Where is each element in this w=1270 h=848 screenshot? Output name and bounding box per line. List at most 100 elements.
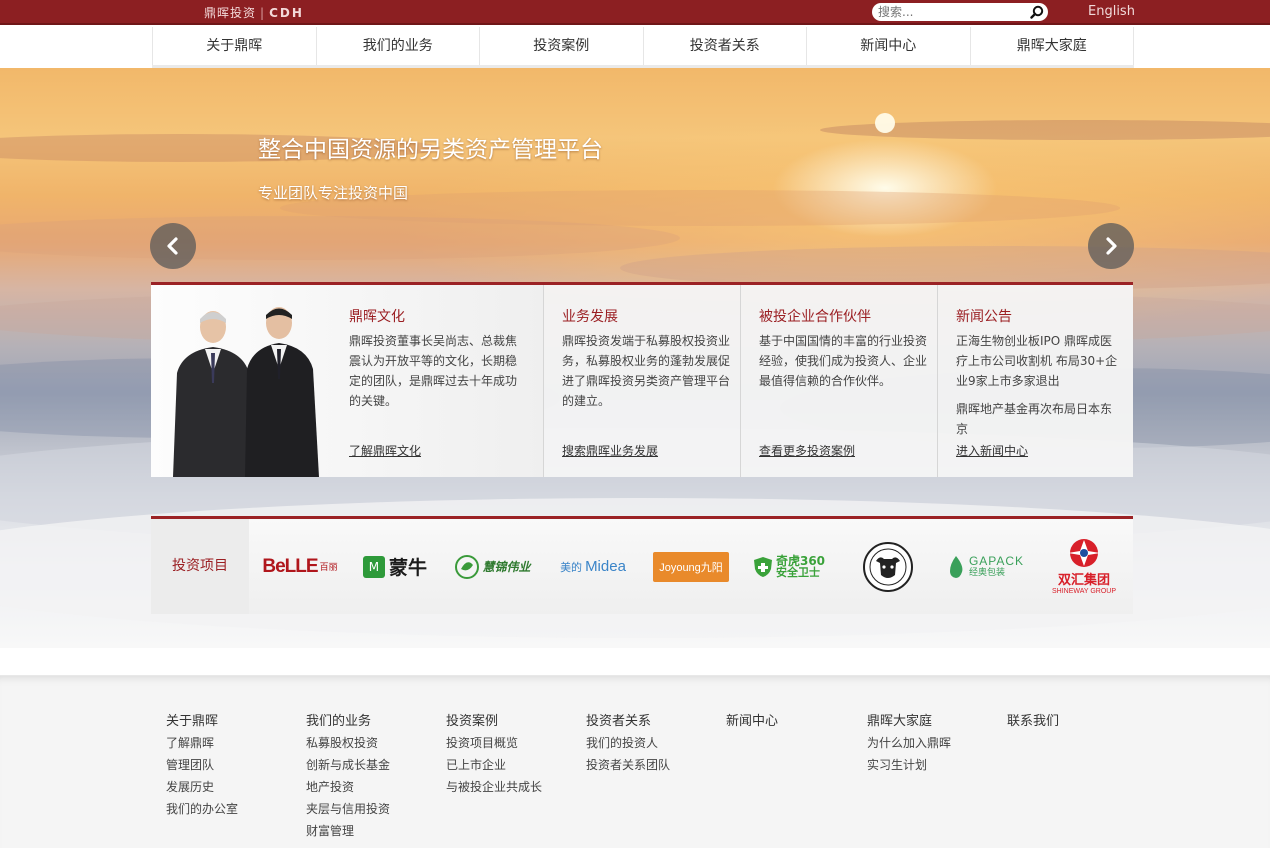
panel-news-title: 新闻公告 <box>956 309 1012 325</box>
footer-link[interactable]: 私募股权投资 <box>306 732 390 754</box>
joyoung-logo-cn: 九阳 <box>700 561 723 574</box>
footer-col-title[interactable]: 新闻中心 <box>726 710 778 729</box>
mengniu-logo-mark: M <box>362 555 385 578</box>
footer-link[interactable]: 实习生计划 <box>867 754 951 776</box>
nav-about[interactable]: 关于鼎晖 <box>152 27 316 65</box>
footer-link[interactable]: 已上市企业 <box>446 754 542 776</box>
search-input[interactable] <box>878 4 1026 20</box>
footer-link[interactable]: 创新与成长基金 <box>306 754 390 776</box>
qihoo360-logo-textblock: 奇虎360 安全卫士 <box>776 555 825 579</box>
gapack-logo-cn: 经奥包装 <box>968 567 1005 578</box>
footer-col-investors: 投资者关系 我们的投资人 投资者关系团队 <box>586 710 670 776</box>
panel-business-link[interactable]: 搜索鼎晖业务发展 <box>562 442 658 459</box>
gapack-drop-icon <box>949 555 963 578</box>
main-nav: 关于鼎晖 我们的业务 投资案例 投资者关系 新闻中心 鼎晖大家庭 <box>152 27 1134 68</box>
logo-cn: 鼎晖投资 <box>204 6 257 20</box>
hero-subtitle: 专业团队专注投资中国 <box>258 184 409 202</box>
footer-link[interactable]: 发展历史 <box>166 776 238 798</box>
panel-culture: 鼎晖文化 鼎晖投资董事长吴尚志、总裁焦震认为开放平等的文化，长期稳定的团队，是鼎… <box>151 285 543 477</box>
search-icon[interactable] <box>1030 5 1044 19</box>
footer: 关于鼎晖 了解鼎晖 管理团队 发展历史 我们的办公室 我们的业务 私募股权投资 … <box>0 675 1270 848</box>
shuanghui-logo-en: SHINEWAY GROUP <box>1051 588 1117 595</box>
portfolio-label: 投资项目 <box>151 519 249 614</box>
nav-business[interactable]: 我们的业务 <box>315 27 480 65</box>
main-navigation-bar: 关于鼎晖 我们的业务 投资案例 投资者关系 新闻中心 鼎晖大家庭 <box>0 27 1270 68</box>
nav-investor-relations[interactable]: 投资者关系 <box>642 27 807 65</box>
footer-col-family: 鼎晖大家庭 为什么加入鼎晖 实习生计划 <box>867 710 951 776</box>
footer-link[interactable]: 了解鼎晖 <box>166 732 238 754</box>
feature-panels: 鼎晖文化 鼎晖投资董事长吴尚志、总裁焦震认为开放平等的文化，长期稳定的团队，是鼎… <box>151 282 1133 477</box>
nav-news[interactable]: 新闻中心 <box>806 27 970 65</box>
greenland-logo-text: 慧锦伟业 <box>482 560 531 574</box>
midea-logo-cn: 美的 <box>560 560 583 574</box>
gapack-logo[interactable]: GAPACK 经奥包装 <box>943 519 1027 614</box>
panel-business: 业务发展 鼎晖投资发端于私募股权投资业务，私募股权业务的蓬勃发展促进了鼎晖投资另… <box>543 285 740 477</box>
footer-col-business: 我们的业务 私募股权投资 创新与成长基金 地产投资 夹层与信用投资 财富管理 <box>306 710 390 842</box>
shuanghui-logo[interactable]: 双汇集团 SHINEWAY GROUP <box>1041 519 1127 614</box>
belle-logo[interactable]: BeLLE 百丽 <box>257 519 343 614</box>
midea-logo-text: Midea <box>585 558 626 575</box>
greenland-logo[interactable]: 慧锦伟业 <box>447 519 539 614</box>
hero-title: 整合中国资源的另类资产管理平台 <box>258 137 603 163</box>
footer-link[interactable]: 我们的投资人 <box>586 732 670 754</box>
nav-cases[interactable]: 投资案例 <box>479 27 643 65</box>
chevron-left-icon <box>167 237 178 255</box>
carousel-next-button[interactable] <box>1088 223 1134 269</box>
gapack-logo-text: GAPACK <box>968 553 1025 568</box>
footer-link[interactable]: 与被投企业共成长 <box>446 776 542 798</box>
footer-link[interactable]: 管理团队 <box>166 754 238 776</box>
footer-col-news: 新闻中心 <box>726 710 778 732</box>
news-item-2[interactable]: 鼎晖地产基金再次布局日本东京 <box>956 399 1118 439</box>
cdh-logo[interactable]: 鼎晖投资 | CDH <box>204 4 304 21</box>
footer-link[interactable]: 财富管理 <box>306 820 390 842</box>
mengniu-logo-text: 蒙牛 <box>388 557 427 579</box>
footer-col-title[interactable]: 我们的业务 <box>306 710 390 729</box>
cow-emblem-logo[interactable] <box>855 519 921 614</box>
shuanghui-emblem-icon <box>1068 539 1100 567</box>
search-box <box>872 3 1048 21</box>
shield-icon <box>753 556 772 577</box>
logo-en: CDH <box>269 6 304 20</box>
panel-news-link[interactable]: 进入新闻中心 <box>956 442 1028 459</box>
news-item-1[interactable]: 正海生物创业板IPO 鼎晖成医疗上市公司收割机 布局30+企业9家上市多家退出 <box>956 331 1118 391</box>
footer-col-title[interactable]: 关于鼎晖 <box>166 710 238 729</box>
footer-col-title[interactable]: 投资者关系 <box>586 710 670 729</box>
panel-business-text: 鼎晖投资发端于私募股权投资业务，私募股权业务的蓬勃发展促进了鼎晖投资另类资产管理… <box>562 334 731 408</box>
joyoung-logo[interactable]: Joyoung九阳 <box>653 519 729 614</box>
mengniu-logo[interactable]: M 蒙牛 <box>353 519 437 614</box>
joyoung-logo-text: Joyoung <box>659 561 701 574</box>
chevron-right-icon <box>1106 237 1117 255</box>
footer-col-title[interactable]: 联系我们 <box>1007 710 1059 729</box>
panel-culture-link[interactable]: 了解鼎晖文化 <box>349 442 421 459</box>
footer-link[interactable]: 我们的办公室 <box>166 798 238 820</box>
footer-link[interactable]: 夹层与信用投资 <box>306 798 390 820</box>
qihoo360-logo[interactable]: 奇虎360 安全卫士 <box>751 519 827 614</box>
footer-link[interactable]: 投资项目概览 <box>446 732 542 754</box>
footer-col-about: 关于鼎晖 了解鼎晖 管理团队 发展历史 我们的办公室 <box>166 710 238 820</box>
footer-link[interactable]: 投资者关系团队 <box>586 754 670 776</box>
greenland-leaf-icon <box>455 554 480 579</box>
footer-link[interactable]: 地产投资 <box>306 776 390 798</box>
gapack-logo-textblock: GAPACK 经奥包装 <box>969 555 1024 579</box>
panel-partners-link[interactable]: 查看更多投资案例 <box>759 442 855 459</box>
executives-photo <box>173 307 319 477</box>
midea-logo[interactable]: 美的 Midea <box>549 519 637 614</box>
qihoo360-logo-sub: 安全卫士 <box>775 565 820 579</box>
nav-family[interactable]: 鼎晖大家庭 <box>969 27 1134 65</box>
panel-partners-text: 基于中国国情的丰富的行业投资经验，使我们成为投资人、企业最值得信赖的合作伙伴。 <box>759 334 928 388</box>
panel-culture-title: 鼎晖文化 <box>349 309 405 325</box>
english-link[interactable]: English <box>1088 4 1135 19</box>
panel-news: 新闻公告 正海生物创业板IPO 鼎晖成医疗上市公司收割机 布局30+企业9家上市… <box>937 285 1133 477</box>
portfolio-logos: BeLLE 百丽 M 蒙牛 慧锦伟业 美的 Midea Joyoung九阳 奇虎… <box>249 519 1133 614</box>
belle-logo-text: BeLLE <box>262 555 318 577</box>
footer-col-title[interactable]: 鼎晖大家庭 <box>867 710 951 729</box>
belle-logo-cn: 百丽 <box>319 563 338 573</box>
carousel-prev-button[interactable] <box>150 223 196 269</box>
footer-col-contact: 联系我们 <box>1007 710 1059 732</box>
footer-col-title[interactable]: 投资案例 <box>446 710 542 729</box>
qihoo360-logo-text: 奇虎360 <box>775 553 826 568</box>
footer-col-cases: 投资案例 投资项目概览 已上市企业 与被投企业共成长 <box>446 710 542 798</box>
logo-separator: | <box>260 6 266 20</box>
footer-link[interactable]: 为什么加入鼎晖 <box>867 732 951 754</box>
panel-business-title: 业务发展 <box>562 309 618 325</box>
